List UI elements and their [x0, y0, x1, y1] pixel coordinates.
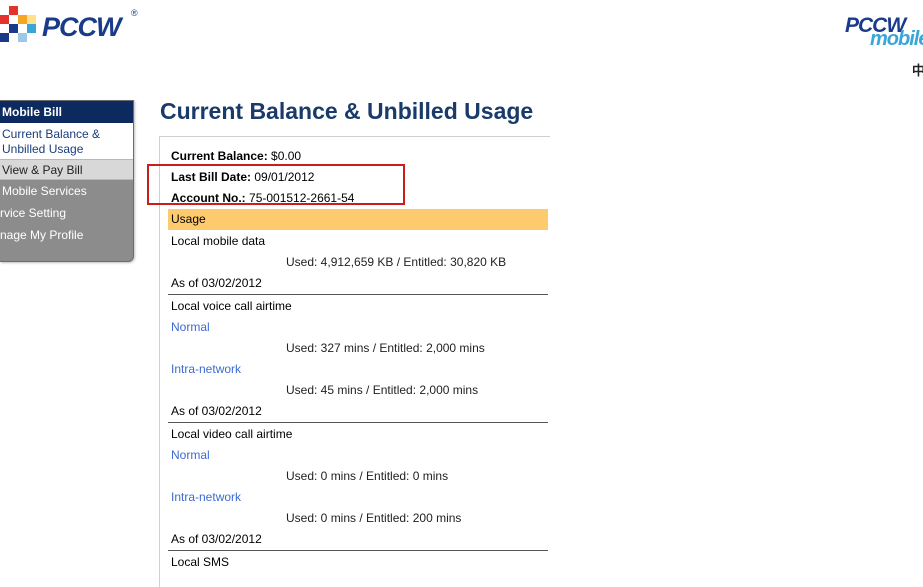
- usage-header: Usage: [168, 209, 548, 230]
- section-title-mobile-data: Local mobile data: [171, 234, 266, 248]
- voice-intra-label: Intra-network: [171, 362, 242, 376]
- sidebar-title: Mobile Bill: [0, 101, 133, 123]
- section-divider: [168, 422, 548, 423]
- language-switch-link[interactable]: 中: [912, 60, 923, 79]
- video-normal-label: Normal: [171, 448, 210, 462]
- highlight-annotation-box: [147, 164, 405, 205]
- current-balance-label: Current Balance:: [171, 149, 268, 163]
- section-divider: [168, 294, 548, 295]
- section-title-sms: Local SMS: [171, 555, 230, 569]
- pccw-logo[interactable]: PCCW ®: [0, 6, 145, 46]
- mobile-data-as-of: As of 03/02/2012: [171, 276, 262, 290]
- video-intra-label: Intra-network: [171, 490, 242, 504]
- current-balance-row: Current Balance: $0.00: [171, 149, 301, 163]
- section-divider: [168, 550, 548, 551]
- sidebar-nav: Mobile Bill Current Balance & Unbilled U…: [0, 100, 134, 262]
- video-intra-usage: Used: 0 mins / Entitled: 200 mins: [286, 511, 462, 525]
- voice-intra-usage: Used: 45 mins / Entitled: 2,000 mins: [286, 383, 479, 397]
- voice-normal-usage: Used: 327 mins / Entitled: 2,000 mins: [286, 341, 485, 355]
- sidebar-item-manage-profile[interactable]: nage My Profile: [0, 225, 133, 246]
- registered-mark: ®: [131, 8, 138, 18]
- pccw-pixel-mark-icon: [0, 6, 36, 46]
- section-title-voice: Local voice call airtime: [171, 299, 292, 313]
- voice-normal-label: Normal: [171, 320, 210, 334]
- sidebar-item-mobile-services[interactable]: Mobile Services: [0, 181, 133, 202]
- page-title: Current Balance & Unbilled Usage: [160, 98, 534, 124]
- pccw-logo-text: PCCW: [42, 12, 121, 42]
- pccw-mobile-logo[interactable]: PCCW mobile: [843, 14, 923, 54]
- pccw-mobile-logo-bottom: mobile: [870, 28, 923, 50]
- section-title-video: Local video call airtime: [171, 427, 293, 441]
- mobile-data-usage: Used: 4,912,659 KB / Entitled: 30,820 KB: [286, 255, 507, 269]
- voice-as-of: As of 03/02/2012: [171, 404, 262, 418]
- video-as-of: As of 03/02/2012: [171, 532, 262, 546]
- video-normal-usage: Used: 0 mins / Entitled: 0 mins: [286, 469, 449, 483]
- sidebar-item-service-setting[interactable]: rvice Setting: [0, 203, 133, 224]
- current-balance-value: $0.00: [271, 149, 302, 163]
- sidebar-item-current-balance[interactable]: Current Balance & Unbilled Usage: [0, 123, 133, 159]
- sidebar-item-view-pay-bill[interactable]: View & Pay Bill: [0, 159, 133, 180]
